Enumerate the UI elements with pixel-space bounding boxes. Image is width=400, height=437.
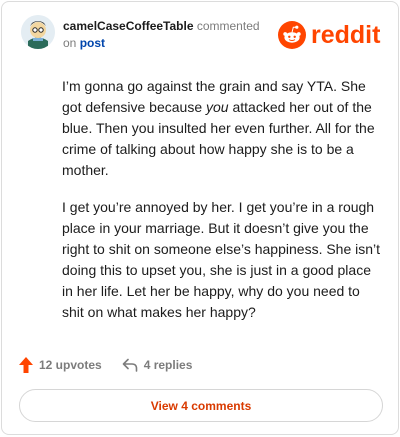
- upvote-arrow-icon: [19, 357, 33, 373]
- comment-paragraph-1: I’m gonna go against the grain and say Y…: [62, 76, 382, 181]
- comment-body: I’m gonna go against the grain and say Y…: [62, 76, 382, 339]
- reddit-wordmark: reddit: [311, 20, 381, 49]
- on-text: on: [63, 36, 77, 50]
- paragraph-1-emphasis: you: [206, 99, 229, 115]
- reply-count: 4 replies: [143, 358, 193, 372]
- avatar-icon: [21, 15, 55, 49]
- comment-meta: camelCaseCoffeeTable commented on post: [63, 18, 260, 52]
- avatar[interactable]: [21, 15, 55, 49]
- upvote-button[interactable]: 12 upvotes: [19, 357, 102, 373]
- comment-paragraph-2: I get you’re annoyed by her. I get you’r…: [62, 199, 381, 320]
- post-link[interactable]: post: [80, 36, 105, 50]
- reddit-logo[interactable]: reddit: [278, 20, 380, 50]
- view-comments-button[interactable]: View 4 comments: [19, 389, 383, 422]
- reply-arrow-icon: [122, 358, 138, 372]
- upvote-count: 12 upvotes: [39, 358, 102, 372]
- comment-card: camelCaseCoffeeTable commented on post r…: [1, 1, 399, 435]
- username[interactable]: camelCaseCoffeeTable: [63, 19, 194, 33]
- action-text: commented: [196, 19, 260, 33]
- reddit-snoo-icon: [278, 21, 306, 49]
- replies-button[interactable]: 4 replies: [122, 358, 193, 372]
- comment-actions: 12 upvotes 4 replies: [19, 354, 192, 376]
